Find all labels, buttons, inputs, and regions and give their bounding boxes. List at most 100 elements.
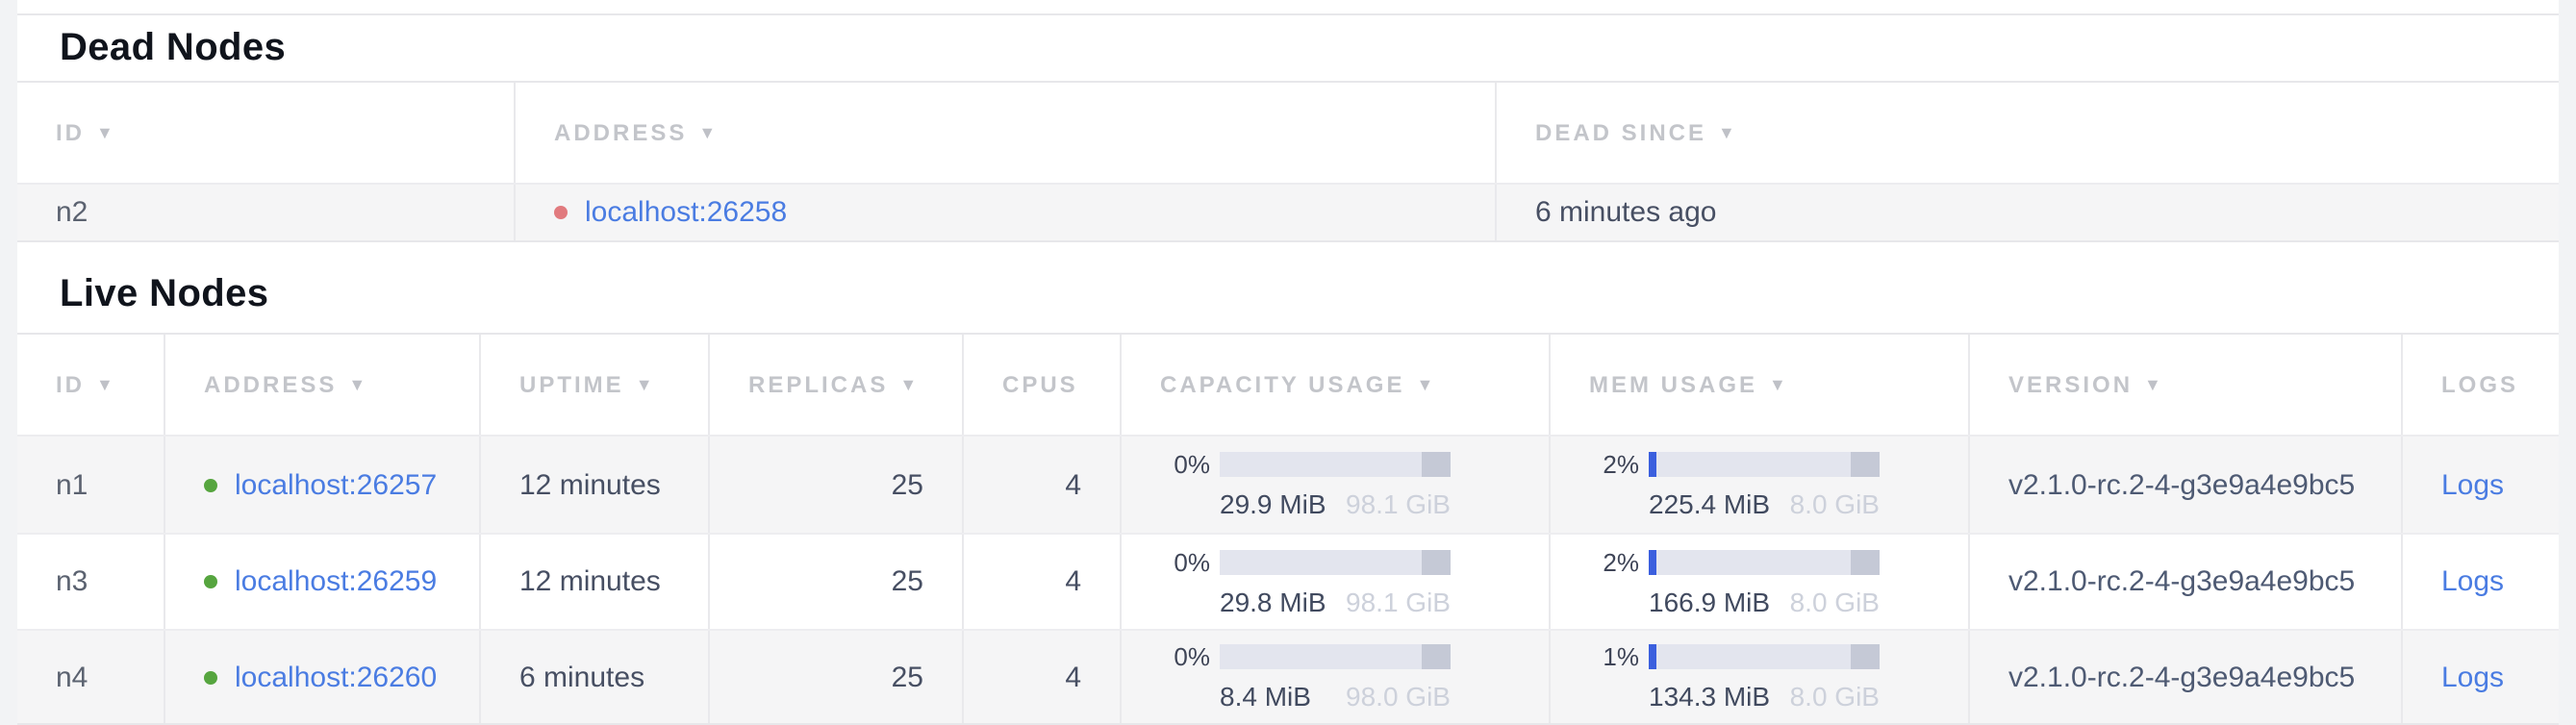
mem-usage-cell: 1% 134.3 MiB 8.0 GiB	[1551, 631, 1970, 723]
capacity-usage-cell: 0% 8.4 MiB 98.0 GiB	[1122, 631, 1551, 723]
mem-usage-cell: 2% 166.9 MiB 8.0 GiB	[1551, 535, 1970, 629]
mem-usage-widget: 2% 225.4 MiB 8.0 GiB	[1589, 450, 1880, 519]
usage-total-value: 8.0 GiB	[1790, 586, 1880, 616]
live-nodes-table: ID ▼ ADDRESS ▼ UPTIME ▼ REPLICAS ▼ CPUS	[17, 333, 2559, 725]
logs-link[interactable]: Logs	[2441, 565, 2504, 598]
live-nodes-table-header: ID ▼ ADDRESS ▼ UPTIME ▼ REPLICAS ▼ CPUS	[17, 333, 2559, 437]
node-id: n3	[56, 565, 88, 598]
column-header-cpus[interactable]: CPUS	[964, 335, 1122, 435]
dead-nodes-table: ID ▼ ADDRESS ▼ DEAD SINCE ▼ n2 l	[17, 81, 2559, 242]
replicas-cell: 25	[710, 437, 964, 533]
column-header-label: ADDRESS	[204, 371, 337, 398]
usage-percent: 1%	[1589, 642, 1639, 671]
usage-bar-reserved-segment	[1422, 452, 1451, 477]
column-header-dead-since[interactable]: DEAD SINCE ▼	[1497, 83, 2559, 183]
column-header-label: ID	[56, 119, 85, 146]
table-row-live-node: n1 localhost:26257 12 minutes 25 4 0%	[17, 437, 2559, 533]
mem-usage-widget: 1% 134.3 MiB 8.0 GiB	[1589, 642, 1880, 712]
column-header-label: CPUS	[1002, 371, 1078, 398]
column-header-label: VERSION	[2008, 371, 2133, 398]
cpus-cell: 4	[964, 437, 1122, 533]
usage-used-value: 8.4 MiB	[1220, 681, 1311, 712]
column-header-label: ADDRESS	[554, 119, 687, 146]
usage-bar-reserved-segment	[1422, 549, 1451, 574]
sort-desc-icon: ▼	[636, 376, 653, 393]
capacity-usage-widget: 0% 29.9 MiB 98.1 GiB	[1160, 450, 1451, 519]
usage-bar-reserved-segment	[1422, 644, 1451, 669]
dead-status-dot-icon	[554, 206, 568, 219]
column-header-id[interactable]: ID ▼	[17, 83, 516, 183]
node-id-cell: n4	[17, 631, 165, 723]
usage-total-value: 8.0 GiB	[1790, 488, 1880, 519]
sort-desc-icon: ▼	[348, 376, 366, 393]
uptime-cell: 12 minutes	[481, 437, 710, 533]
usage-used-value: 29.9 MiB	[1220, 488, 1326, 519]
node-id: n4	[56, 661, 88, 693]
uptime-cell: 6 minutes	[481, 631, 710, 723]
logs-cell: Logs	[2403, 535, 2559, 629]
node-id-cell: n1	[17, 437, 165, 533]
sort-desc-icon: ▼	[899, 376, 917, 393]
logs-link[interactable]: Logs	[2441, 468, 2504, 501]
usage-used-value: 225.4 MiB	[1649, 488, 1770, 519]
version-cell: v2.1.0-rc.2-4-g3e9a4e9bc5	[1970, 437, 2403, 533]
cluster-nodes-screen: Dead Nodes ID ▼ ADDRESS ▼ DEAD SINCE ▼	[0, 0, 2576, 719]
usage-percent: 2%	[1589, 450, 1639, 479]
column-header-label: MEM USAGE	[1589, 371, 1757, 398]
node-id-cell: n2	[17, 185, 516, 240]
usage-used-value: 166.9 MiB	[1649, 586, 1770, 616]
logs-cell: Logs	[2403, 437, 2559, 533]
usage-percent: 2%	[1589, 547, 1639, 576]
mem-usage-cell: 2% 225.4 MiB 8.0 GiB	[1551, 437, 1970, 533]
cpus-cell: 4	[964, 631, 1122, 723]
address-cell: localhost:26260	[165, 631, 481, 723]
content-panel: Dead Nodes ID ▼ ADDRESS ▼ DEAD SINCE ▼	[17, 0, 2559, 719]
usage-used-value: 134.3 MiB	[1649, 681, 1770, 712]
previous-section-bottom-strip	[17, 0, 2559, 15]
logs-link[interactable]: Logs	[2441, 661, 2504, 693]
usage-percent: 0%	[1160, 450, 1210, 479]
capacity-usage-cell: 0% 29.9 MiB 98.1 GiB	[1122, 437, 1551, 533]
live-status-dot-icon	[204, 575, 217, 588]
column-header-capacity-usage[interactable]: CAPACITY USAGE ▼	[1122, 335, 1551, 435]
version-text: v2.1.0-rc.2-4-g3e9a4e9bc5	[2008, 468, 2355, 501]
usage-bar-fill	[1649, 549, 1656, 574]
address-cell: localhost:26259	[165, 535, 481, 629]
live-status-dot-icon	[204, 670, 217, 684]
column-header-uptime[interactable]: UPTIME ▼	[481, 335, 710, 435]
column-header-id[interactable]: ID ▼	[17, 335, 165, 435]
column-header-address[interactable]: ADDRESS ▼	[165, 335, 481, 435]
address-cell: localhost:26257	[165, 437, 481, 533]
usage-bar	[1220, 644, 1451, 669]
usage-bar	[1649, 452, 1880, 477]
column-header-label: REPLICAS	[748, 371, 888, 398]
usage-percent: 0%	[1160, 547, 1210, 576]
node-id: n1	[56, 468, 88, 501]
table-row-dead-node: n2 localhost:26258 6 minutes ago	[17, 185, 2559, 242]
version-cell: v2.1.0-rc.2-4-g3e9a4e9bc5	[1970, 631, 2403, 723]
version-text: v2.1.0-rc.2-4-g3e9a4e9bc5	[2008, 565, 2355, 598]
usage-bar	[1649, 549, 1880, 574]
uptime-cell: 12 minutes	[481, 535, 710, 629]
column-header-label: ID	[56, 371, 85, 398]
usage-bar-fill	[1649, 452, 1656, 477]
version-text: v2.1.0-rc.2-4-g3e9a4e9bc5	[2008, 661, 2355, 693]
usage-bar	[1220, 452, 1451, 477]
version-cell: v2.1.0-rc.2-4-g3e9a4e9bc5	[1970, 535, 2403, 629]
column-header-label: CAPACITY USAGE	[1160, 371, 1405, 398]
mem-usage-widget: 2% 166.9 MiB 8.0 GiB	[1589, 547, 1880, 616]
sort-desc-icon: ▼	[698, 124, 716, 141]
column-header-version[interactable]: VERSION ▼	[1970, 335, 2403, 435]
node-address-link[interactable]: localhost:26260	[235, 661, 437, 693]
node-address-link[interactable]: localhost:26258	[585, 196, 787, 229]
node-address-link[interactable]: localhost:26259	[235, 565, 437, 598]
capacity-usage-widget: 0% 29.8 MiB 98.1 GiB	[1160, 547, 1451, 616]
sort-desc-icon: ▼	[1718, 124, 1735, 141]
node-address-link[interactable]: localhost:26257	[235, 468, 437, 501]
column-header-replicas[interactable]: REPLICAS ▼	[710, 335, 964, 435]
node-id: n2	[56, 196, 88, 229]
column-header-address[interactable]: ADDRESS ▼	[516, 83, 1497, 183]
column-header-mem-usage[interactable]: MEM USAGE ▼	[1551, 335, 1970, 435]
usage-bar	[1220, 549, 1451, 574]
column-header-logs[interactable]: LOGS	[2403, 335, 2559, 435]
